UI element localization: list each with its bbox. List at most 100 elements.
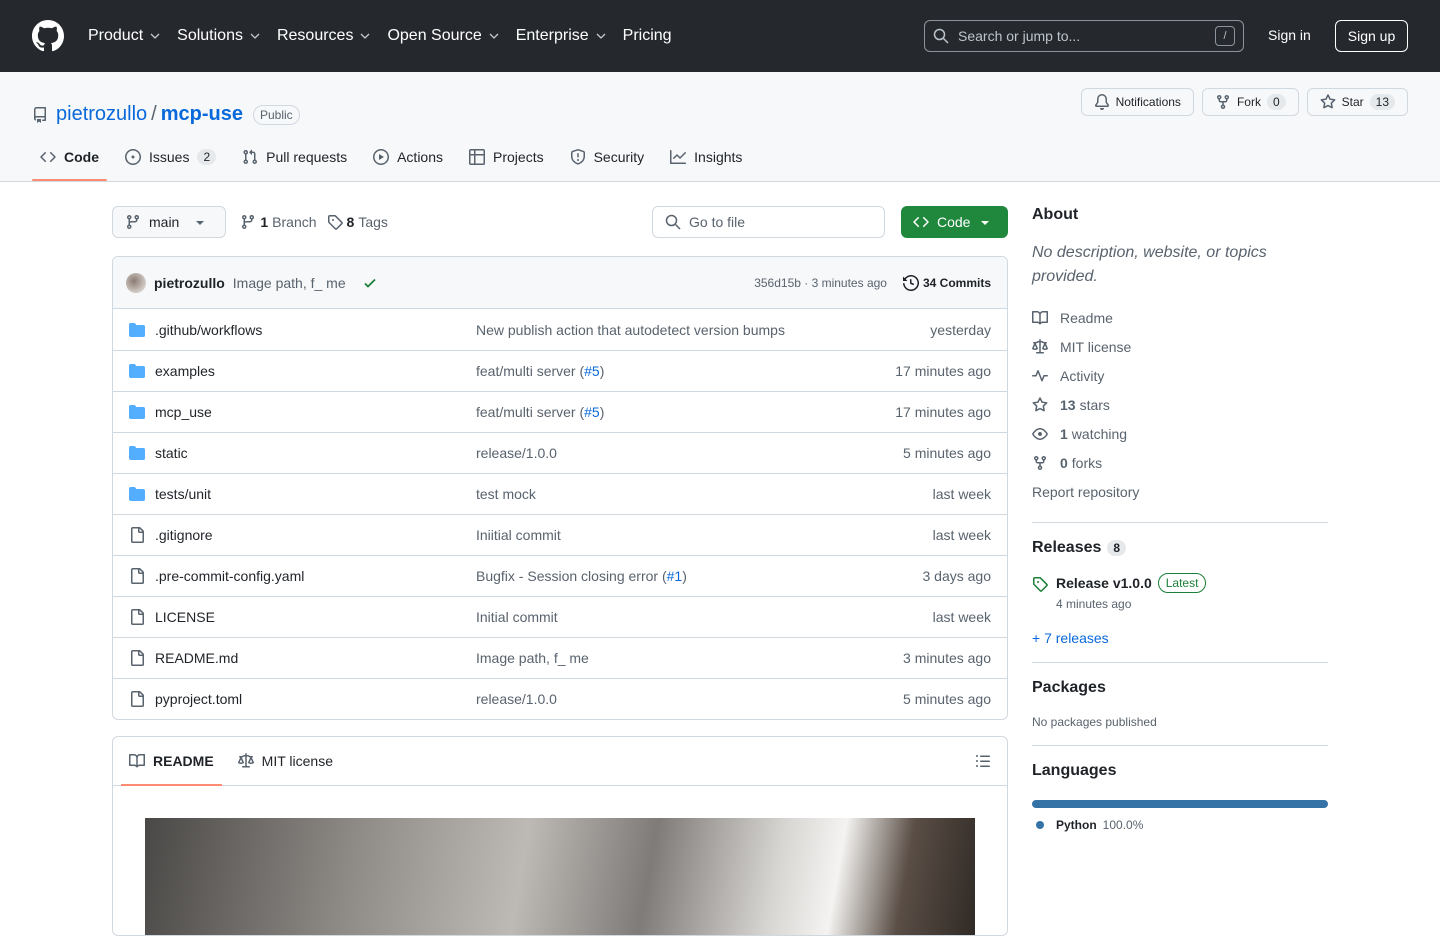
nav-pricing-label: Pricing: [622, 27, 672, 44]
watching-link[interactable]: 1 watching: [1032, 419, 1328, 448]
readme-link[interactable]: Readme: [1032, 303, 1328, 332]
search-input[interactable]: Search or jump to... /: [924, 20, 1244, 52]
tag-count: 8: [346, 214, 355, 230]
file-commit-message[interactable]: release/1.0.0: [476, 691, 903, 707]
sign-in-link[interactable]: Sign in: [1268, 27, 1311, 43]
tab-issues[interactable]: Issues 2: [117, 133, 224, 181]
activity-link[interactable]: Activity: [1032, 361, 1328, 390]
repo-owner-link[interactable]: pietrozullo: [56, 103, 147, 126]
pr-link[interactable]: #5: [584, 404, 600, 420]
file-name-link[interactable]: .gitignore: [155, 527, 476, 543]
check-icon[interactable]: [362, 275, 378, 291]
nav-open-source[interactable]: Open Source: [387, 0, 501, 72]
go-to-file-input[interactable]: Go to file: [652, 206, 885, 238]
file-name-link[interactable]: README.md: [155, 650, 476, 666]
table-row[interactable]: static release/1.0.0 5 minutes ago: [113, 432, 1007, 473]
more-releases-link[interactable]: + 7 releases: [1032, 630, 1328, 646]
commit-message-text: Initial commit: [476, 609, 558, 625]
tags-link[interactable]: 8 Tags: [327, 214, 388, 230]
star-button[interactable]: Star 13: [1306, 88, 1408, 116]
file-commit-message[interactable]: feat/multi server (#5): [476, 404, 895, 420]
report-label: Report repository: [1032, 483, 1140, 500]
file-commit-message[interactable]: Iniitial commit: [476, 527, 933, 543]
report-repository-link[interactable]: Report repository: [1032, 477, 1328, 506]
file-commit-message[interactable]: feat/multi server (#5): [476, 363, 895, 379]
repo-name-link[interactable]: mcp-use: [161, 103, 243, 126]
nav-product[interactable]: Product: [88, 0, 163, 72]
tab-projects[interactable]: Projects: [461, 133, 552, 181]
file-name-link[interactable]: .github/workflows: [155, 322, 476, 338]
nav-solutions[interactable]: Solutions: [177, 0, 263, 72]
tab-security[interactable]: Security: [562, 133, 653, 181]
table-row[interactable]: LICENSE Initial commit last week: [113, 596, 1007, 637]
table-row[interactable]: mcp_use feat/multi server (#5) 17 minutes …: [113, 391, 1007, 432]
list-unordered-icon[interactable]: [975, 753, 991, 769]
folder-icon: [129, 363, 145, 379]
github-logo-icon[interactable]: [32, 20, 64, 52]
nav-resources[interactable]: Resources: [277, 0, 373, 72]
tab-insights[interactable]: Insights: [662, 133, 750, 181]
tag-icon: [1033, 577, 1048, 592]
table-icon: [469, 149, 486, 165]
commit-message[interactable]: Image path, f_ me: [233, 275, 346, 291]
file-name-link[interactable]: mcp_use: [155, 404, 476, 420]
file-name-link[interactable]: .pre-commit-config.yaml: [155, 568, 476, 584]
nav-solutions-label: Solutions: [177, 27, 243, 44]
tab-code[interactable]: Code: [32, 133, 107, 181]
branch-select[interactable]: main: [112, 206, 227, 238]
commits-link[interactable]: 34 Commits: [902, 274, 991, 291]
table-row[interactable]: .pre-commit-config.yaml Bugfix - Session …: [113, 555, 1007, 596]
file-commit-message[interactable]: release/1.0.0: [476, 445, 903, 461]
tab-readme[interactable]: README: [121, 737, 222, 786]
file-commit-message[interactable]: test mock: [476, 486, 933, 502]
language-item-python[interactable]: Python 100.0%: [1032, 818, 1328, 832]
branch-icon: [242, 215, 255, 230]
table-row[interactable]: pyproject.toml release/1.0.0 5 minutes ago: [113, 678, 1007, 719]
commit-author[interactable]: pietrozullo: [154, 275, 225, 291]
forks-link[interactable]: 0 forks: [1032, 448, 1328, 477]
table-row[interactable]: README.md Image path, f_ me 3 minutes ago: [113, 637, 1007, 678]
stars-link[interactable]: 13 stars: [1032, 390, 1328, 419]
table-row[interactable]: examples feat/multi server (#5) 17 minutes…: [113, 350, 1007, 391]
table-row[interactable]: .gitignore Iniitial commit last week: [113, 514, 1007, 555]
file-name-link[interactable]: tests/unit: [155, 486, 476, 502]
notifications-button[interactable]: Notifications: [1080, 88, 1194, 116]
repo-icon: [33, 106, 46, 123]
file-commit-message[interactable]: Bugfix - Session closing error (#1): [476, 568, 923, 584]
license-link[interactable]: MIT license: [1032, 332, 1328, 361]
branch-count: 1: [260, 214, 269, 230]
file-name-link[interactable]: pyproject.toml: [155, 691, 476, 707]
pr-link[interactable]: #1: [667, 568, 683, 584]
tab-license[interactable]: MIT license: [230, 737, 341, 785]
file-name-link[interactable]: LICENSE: [155, 609, 476, 625]
avatar[interactable]: [126, 272, 146, 293]
table-row[interactable]: tests/unit test mock last week: [113, 473, 1007, 514]
sign-up-button[interactable]: Sign up: [1335, 20, 1408, 52]
file-name-link[interactable]: examples: [155, 363, 476, 379]
file-name-link[interactable]: static: [155, 445, 476, 461]
tab-actions[interactable]: Actions: [365, 133, 451, 181]
commit-sha-time[interactable]: 356d15b · 3 minutes ago: [754, 276, 887, 290]
pr-link[interactable]: #5: [584, 363, 600, 379]
file-icon: [129, 527, 145, 543]
about-description: No description, website, or topics provi…: [1032, 244, 1267, 285]
table-row[interactable]: .github/workflows New publish action that…: [113, 309, 1007, 350]
file-commit-message[interactable]: New publish action that autodetect versi…: [476, 322, 930, 338]
branches-link[interactable]: 1 Branch: [240, 214, 317, 230]
branch-label: Branch: [272, 214, 317, 230]
fork-button[interactable]: Fork 0: [1201, 88, 1299, 116]
chevron-down-icon: [596, 33, 606, 39]
code-dropdown-button[interactable]: Code: [901, 206, 1008, 238]
nav-pricing[interactable]: Pricing: [623, 0, 672, 72]
releases-heading[interactable]: Releases 8: [1032, 539, 1328, 557]
latest-release[interactable]: Release v1.0.0 Latest 4 minutes ago: [1032, 573, 1328, 611]
file-age: 3 days ago: [922, 568, 992, 584]
search-icon: [665, 214, 681, 230]
readme-panel: README MIT license: [112, 736, 1008, 936]
tab-pull-requests[interactable]: Pull requests: [234, 133, 355, 181]
packages-heading[interactable]: Packages: [1032, 679, 1328, 697]
file-commit-message[interactable]: Image path, f_ me: [476, 650, 903, 666]
file-commit-message[interactable]: Initial commit: [476, 609, 933, 625]
divider: [1032, 662, 1328, 663]
nav-enterprise[interactable]: Enterprise: [516, 0, 609, 72]
